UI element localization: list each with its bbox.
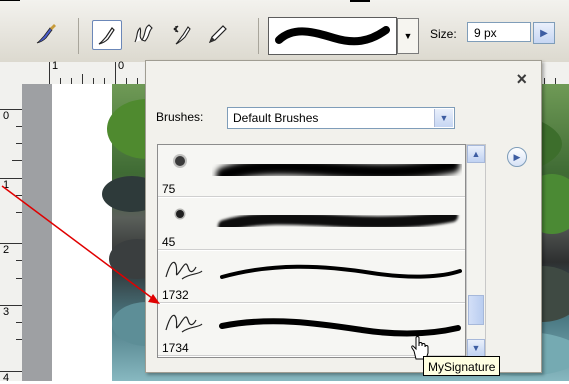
scroll-thumb[interactable]: [468, 295, 484, 325]
brush-item-45[interactable]: 45: [158, 198, 465, 250]
toolbar-separator: [78, 18, 79, 54]
ruler-number: 3: [3, 306, 10, 318]
chevron-down-icon[interactable]: ▼: [434, 109, 453, 127]
brush-stroke-preview[interactable]: [268, 17, 397, 55]
ruler-number: 4: [3, 372, 10, 384]
brush-stroke-sample: [212, 200, 462, 247]
ruler-number: 2: [3, 244, 10, 256]
toolbar-separator: [258, 18, 259, 54]
brush-library-value: Default Brushes: [233, 111, 319, 125]
ruler-left: 0 1 2 3 4: [0, 84, 23, 384]
brush-size-label: 1734: [162, 341, 189, 355]
ruler-number: 1: [3, 179, 10, 191]
brush-tool-group: [92, 18, 252, 52]
scroll-down-icon[interactable]: ▼: [467, 339, 485, 357]
scroll-up-icon[interactable]: ▲: [467, 145, 485, 163]
options-bar: ▼ Size: 9 px ▶: [0, 0, 569, 63]
brush-picker-dropdown[interactable]: ▼: [397, 18, 419, 54]
size-input[interactable]: 9 px: [467, 22, 531, 42]
size-slider-button[interactable]: ▶: [533, 22, 555, 44]
ruler-number: 0: [3, 110, 10, 122]
panel-menu-icon[interactable]: ▶: [507, 147, 527, 167]
brush-item-1732[interactable]: 1732: [158, 251, 465, 303]
brush-item-75[interactable]: 75: [158, 145, 465, 197]
brush-size-label: 1732: [162, 288, 189, 302]
ruler-number: 0: [118, 60, 125, 72]
brush-list[interactable]: 75 45 1732 1734: [157, 144, 466, 358]
close-icon[interactable]: ×: [516, 69, 527, 90]
brush-library-select[interactable]: Default Brushes ▼: [227, 107, 455, 129]
size-label: Size:: [430, 27, 457, 41]
divider-line: [350, 0, 370, 2]
ruler-number: 1: [52, 60, 59, 72]
chevron-right-icon: ▶: [540, 27, 548, 39]
brush-picker-panel: × Brushes: Default Brushes ▼ ▶ 75 45 173…: [145, 60, 542, 373]
brush-icon[interactable]: [92, 20, 122, 50]
brush-stroke-sample: [212, 253, 462, 300]
brushes-label: Brushes:: [156, 110, 204, 124]
brush-list-scrollbar[interactable]: ▲ ▼: [466, 144, 486, 358]
pencil-icon[interactable]: [204, 20, 232, 48]
brush-size-label: 75: [162, 182, 176, 196]
brush-size-label: 45: [162, 235, 176, 249]
divider-line: [0, 0, 20, 1]
chevron-down-icon: ▼: [403, 31, 413, 41]
brush-tool-icon[interactable]: [32, 20, 60, 48]
color-replacement-icon[interactable]: [168, 20, 196, 48]
impressionist-brush-icon[interactable]: [130, 20, 158, 48]
brush-stroke-sample: [212, 147, 462, 194]
brush-name-tooltip: MySignature: [423, 356, 501, 376]
